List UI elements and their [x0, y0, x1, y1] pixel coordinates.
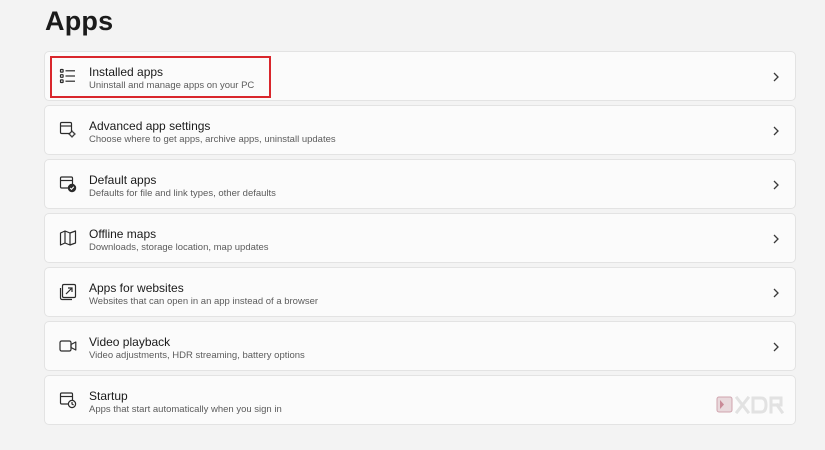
default-apps-card[interactable]: Default apps Defaults for file and link … — [44, 159, 796, 209]
offline-maps-subtitle: Downloads, storage location, map updates — [89, 242, 269, 253]
chevron-right-icon — [771, 286, 781, 300]
chevron-right-icon — [771, 124, 781, 138]
startup-card[interactable]: Startup Apps that start automatically wh… — [44, 375, 796, 425]
installed-apps-card[interactable]: Installed apps Uninstall and manage apps… — [44, 51, 796, 101]
settings-list: Installed apps Uninstall and manage apps… — [44, 51, 796, 429]
apps-for-websites-subtitle: Websites that can open in an app instead… — [89, 296, 319, 307]
installed-apps-subtitle: Uninstall and manage apps on your PC — [89, 80, 255, 91]
list-icon — [59, 67, 77, 85]
offline-maps-title: Offline maps — [89, 227, 157, 241]
chevron-right-icon — [771, 232, 781, 246]
advanced-app-settings-card[interactable]: Advanced app settings Choose where to ge… — [44, 105, 796, 155]
video-camera-icon — [59, 337, 77, 355]
installed-apps-title: Installed apps — [89, 65, 164, 79]
offline-maps-card[interactable]: Offline maps Downloads, storage location… — [44, 213, 796, 263]
startup-title: Startup — [89, 389, 128, 403]
default-apps-title: Default apps — [89, 173, 157, 187]
video-playback-card[interactable]: Video playback Video adjustments, HDR st… — [44, 321, 796, 371]
advanced-app-settings-title: Advanced app settings — [89, 119, 211, 133]
page-title: Apps — [45, 6, 114, 36]
chevron-right-icon — [771, 340, 781, 354]
startup-icon — [59, 391, 77, 409]
chevron-right-icon — [771, 70, 781, 84]
app-settings-icon — [59, 121, 77, 139]
startup-subtitle: Apps that start automatically when you s… — [89, 404, 282, 415]
map-icon — [59, 229, 77, 247]
open-in-app-icon — [59, 283, 77, 301]
advanced-app-settings-subtitle: Choose where to get apps, archive apps, … — [89, 134, 336, 145]
video-playback-title: Video playback — [89, 335, 171, 349]
apps-for-websites-title: Apps for websites — [89, 281, 184, 295]
default-apps-subtitle: Defaults for file and link types, other … — [89, 188, 276, 199]
apps-for-websites-card[interactable]: Apps for websites Websites that can open… — [44, 267, 796, 317]
default-apps-icon — [59, 175, 77, 193]
chevron-right-icon — [771, 178, 781, 192]
video-playback-subtitle: Video adjustments, HDR streaming, batter… — [89, 350, 305, 361]
xda-logo-icon — [716, 394, 794, 416]
